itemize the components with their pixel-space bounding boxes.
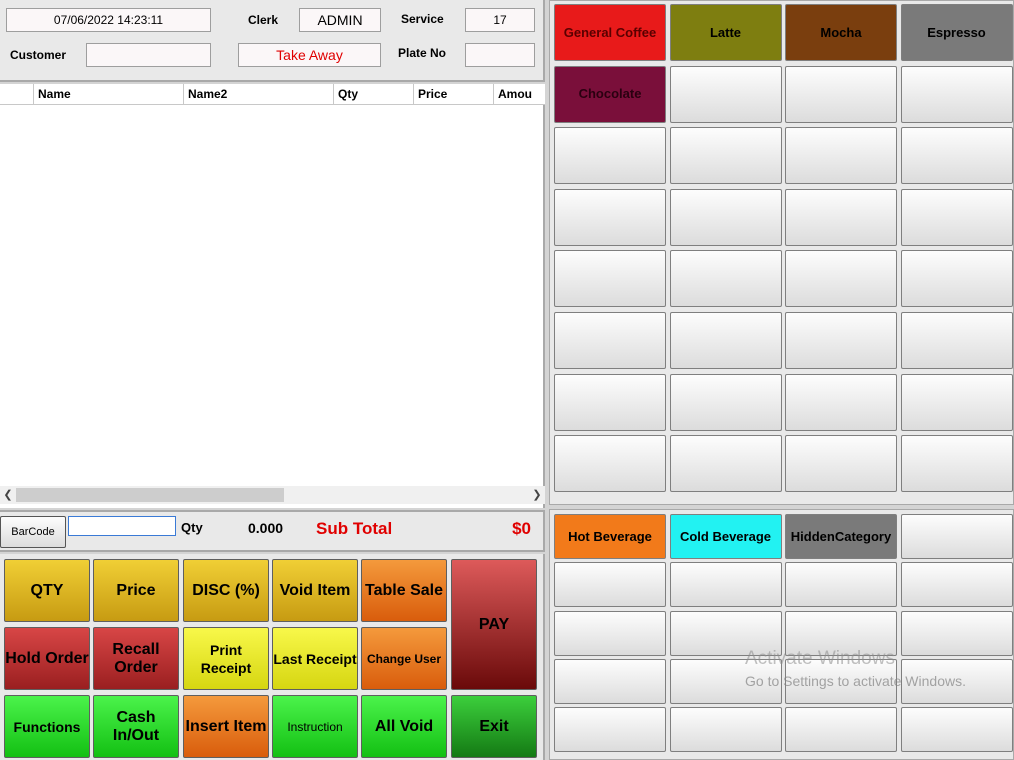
subtotal-label: Sub Total <box>316 519 393 538</box>
hold-order-button[interactable]: Hold Order <box>4 627 90 690</box>
categorie-button-hot-beverage[interactable]: Hot Beverage <box>554 514 666 559</box>
scroll-right-icon[interactable]: ❯ <box>529 486 545 504</box>
product-empty-slot[interactable] <box>785 435 897 493</box>
categorie-empty-slot[interactable] <box>785 707 897 753</box>
discount-button[interactable]: DISC (%) <box>183 559 269 622</box>
product-empty-slot[interactable] <box>669 373 782 431</box>
product-empty-slot[interactable] <box>669 435 782 493</box>
product-empty-slot[interactable] <box>785 373 897 431</box>
service-label: Service <box>401 12 444 26</box>
categorie-empty-slot[interactable] <box>900 562 1013 608</box>
product-empty-slot[interactable] <box>900 435 1013 493</box>
column-header-amount[interactable]: Amou <box>494 84 545 105</box>
categorie-empty-slot[interactable] <box>900 514 1013 559</box>
barcode-input[interactable] <box>68 516 176 536</box>
exit-button[interactable]: Exit <box>451 695 537 758</box>
categorie-empty-slot[interactable] <box>785 562 897 608</box>
service-field: 17 <box>465 8 535 32</box>
product-empty-slot[interactable] <box>554 127 666 185</box>
product-empty-slot[interactable] <box>554 250 666 308</box>
instruction-button[interactable]: Instruction <box>272 695 358 758</box>
categorie-empty-slot[interactable] <box>900 610 1013 656</box>
last-receipt-button[interactable]: Last Receipt <box>272 627 358 690</box>
categorie-button-hiddencategory[interactable]: HiddenCategory <box>785 514 897 559</box>
price-button[interactable]: Price <box>93 559 179 622</box>
column-header-select <box>0 84 34 105</box>
product-button-mocha[interactable]: Mocha <box>785 4 897 61</box>
order-type-field[interactable]: Take Away <box>238 43 381 67</box>
categorie-empty-slot[interactable] <box>554 658 666 704</box>
watermark-title: Activate Windows <box>745 648 895 669</box>
product-empty-slot[interactable] <box>554 373 666 431</box>
scroll-left-icon[interactable]: ❮ <box>0 486 16 504</box>
product-empty-slot[interactable] <box>900 250 1013 308</box>
horizontal-scrollbar[interactable]: ❮ ❯ <box>0 486 545 504</box>
product-empty-slot[interactable] <box>900 127 1013 185</box>
scroll-thumb[interactable] <box>16 488 284 502</box>
categorie-button-cold-beverage[interactable]: Cold Beverage <box>669 514 782 559</box>
categorie-empty-slot[interactable] <box>554 562 666 608</box>
categorie-empty-slot[interactable] <box>554 707 666 753</box>
plate-field[interactable] <box>465 43 535 67</box>
column-header-name[interactable]: Name <box>34 84 184 105</box>
product-button-general-coffee[interactable]: General Coffee <box>554 4 666 61</box>
clerk-field: ADMIN <box>299 8 381 32</box>
barcode-button[interactable]: BarCode <box>0 516 66 548</box>
product-empty-slot[interactable] <box>900 65 1013 123</box>
categorie-empty-slot[interactable] <box>669 707 782 753</box>
order-header: 07/06/2022 14:23:11 Clerk ADMIN Service … <box>0 0 545 82</box>
product-button-chocolate[interactable]: Chocolate <box>554 65 666 123</box>
subtotal-value: $0 <box>512 519 531 538</box>
categorie-empty-slot[interactable] <box>669 562 782 608</box>
product-empty-slot[interactable] <box>669 127 782 185</box>
customer-label: Customer <box>10 48 67 62</box>
datetime-field: 07/06/2022 14:23:11 <box>6 8 211 32</box>
qty-button[interactable]: QTY <box>4 559 90 622</box>
categorie-empty-slot[interactable] <box>900 707 1013 753</box>
product-empty-slot[interactable] <box>785 188 897 246</box>
product-empty-slot[interactable] <box>554 188 666 246</box>
qty-label: Qty <box>181 520 203 535</box>
print-receipt-button[interactable]: Print Receipt <box>183 627 269 690</box>
table-sale-button[interactable]: Table Sale <box>361 559 447 622</box>
subtotal-strip: BarCode Qty 0.000 Sub Total $0 <box>0 510 545 552</box>
recall-order-button[interactable]: Recall Order <box>93 627 179 690</box>
pay-button[interactable]: PAY <box>451 559 537 690</box>
product-empty-slot[interactable] <box>900 312 1013 369</box>
customer-field[interactable] <box>86 43 211 67</box>
clerk-label: Clerk <box>248 13 279 27</box>
product-empty-slot[interactable] <box>900 188 1013 246</box>
product-empty-slot[interactable] <box>669 250 782 308</box>
plate-label: Plate No <box>398 46 447 60</box>
all-void-button[interactable]: All Void <box>361 695 447 758</box>
void-item-button[interactable]: Void Item <box>272 559 358 622</box>
product-empty-slot[interactable] <box>785 250 897 308</box>
product-empty-slot[interactable] <box>785 65 897 123</box>
function-panel: QTY Price DISC (%) Void Item Table Sale … <box>0 554 545 760</box>
product-empty-slot[interactable] <box>554 312 666 369</box>
product-empty-slot[interactable] <box>785 312 897 369</box>
column-header-qty[interactable]: Qty <box>334 84 414 105</box>
product-empty-slot[interactable] <box>554 435 666 493</box>
insert-item-button[interactable]: Insert Item <box>183 695 269 758</box>
change-user-button[interactable]: Change User <box>361 627 447 690</box>
cash-inout-button[interactable]: Cash In/Out <box>93 695 179 758</box>
product-empty-slot[interactable] <box>669 188 782 246</box>
product-empty-slot[interactable] <box>900 373 1013 431</box>
qty-value: 0.000 <box>248 520 284 536</box>
column-header-price[interactable]: Price <box>414 84 494 105</box>
product-empty-slot[interactable] <box>785 127 897 185</box>
product-button-espresso[interactable]: Espresso <box>900 4 1013 61</box>
product-empty-slot[interactable] <box>669 312 782 369</box>
functions-button[interactable]: Functions <box>4 695 90 758</box>
column-header-name2[interactable]: Name2 <box>184 84 334 105</box>
product-button-latte[interactable]: Latte <box>669 4 782 61</box>
product-empty-slot[interactable] <box>669 65 782 123</box>
order-grid[interactable]: Name Name2 Qty Price Amou ❮ ❯ <box>0 84 545 508</box>
watermark-subtitle: Go to Settings to activate Windows. <box>745 673 966 689</box>
categorie-empty-slot[interactable] <box>554 610 666 656</box>
